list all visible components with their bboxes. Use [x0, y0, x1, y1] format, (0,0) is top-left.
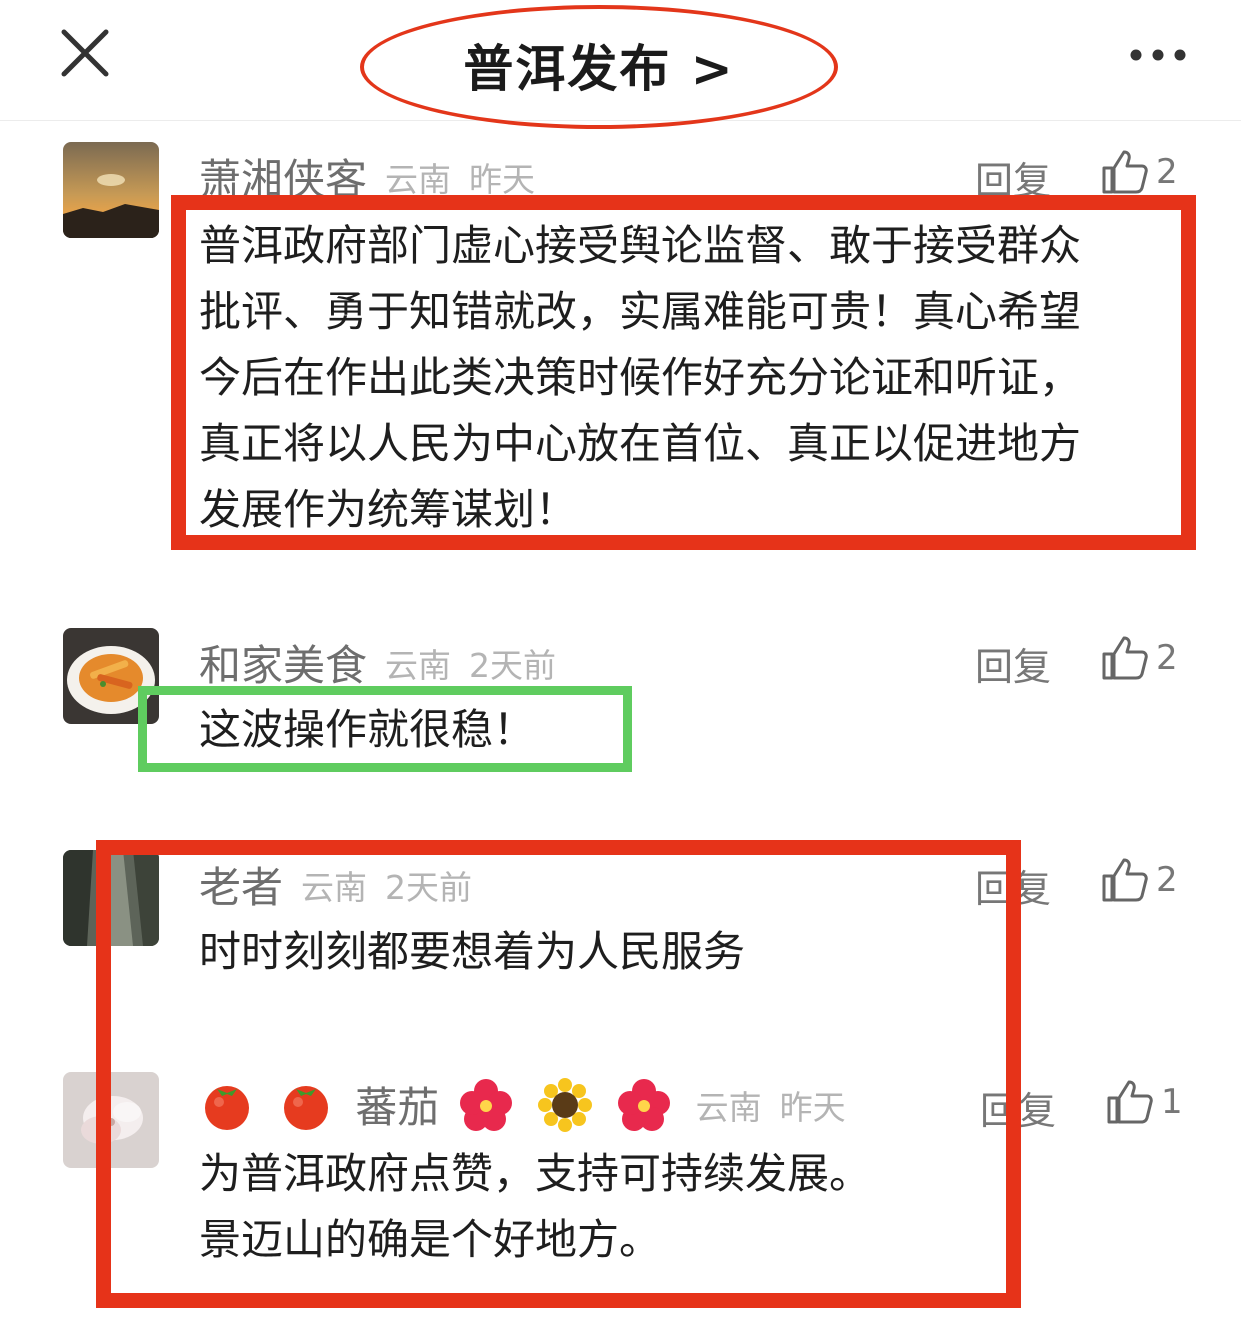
comment-time: 2天前 [385, 867, 473, 907]
comment-meta: 萧湘侠客 云南 昨天 [199, 146, 536, 204]
comment-time: 2天前 [469, 645, 557, 685]
comment-time: 昨天 [779, 1087, 846, 1127]
avatar[interactable] [63, 1072, 159, 1168]
tomato-icon [278, 1077, 334, 1133]
like-count: 2 [1156, 638, 1178, 678]
comment-meta: 和家美食 云南 2天前 [199, 632, 557, 690]
thumbs-up-icon [1102, 858, 1148, 902]
like-button[interactable]: 1 [1105, 1078, 1183, 1128]
like-count: 2 [1156, 860, 1178, 900]
like-button[interactable]: 2 [1100, 856, 1178, 906]
comment-meta: 蕃茄 云南 昨天 [199, 1074, 846, 1134]
comment-location: 云南 [385, 159, 452, 199]
like-button[interactable]: 2 [1100, 634, 1178, 684]
username[interactable]: 老者 [199, 863, 283, 912]
comment-location: 云南 [385, 645, 452, 685]
reply-button[interactable]: 回复 [975, 636, 1051, 691]
reply-button[interactable]: 回复 [975, 858, 1051, 913]
top-nav-bar: 普洱发布 > [0, 0, 1241, 129]
avatar[interactable] [63, 850, 159, 946]
thumbs-up-icon [1107, 1080, 1153, 1124]
username[interactable]: 萧湘侠客 [199, 155, 367, 204]
thumbs-up-icon [1102, 150, 1148, 194]
comment-text: 这波操作就很稳！ [199, 705, 536, 754]
reply-button[interactable]: 回复 [975, 150, 1051, 205]
comment-time: 昨天 [469, 159, 536, 199]
more-button[interactable] [1128, 40, 1188, 70]
comment-text: 普洱政府部门虚心接受舆论监督、敢于接受群众 批评、勇于知错就改，实属难能可贵！真… [199, 221, 1082, 534]
comment-location: 云南 [695, 1087, 762, 1127]
username[interactable]: 和家美食 [199, 641, 367, 690]
avatar[interactable] [63, 142, 159, 238]
comment-text: 为普洱政府点赞，支持可持续发展。 景迈山的确是个好地方。 [199, 1149, 872, 1264]
comment-meta: 老者 云南 2天前 [199, 854, 473, 912]
close-icon [61, 29, 109, 77]
close-button[interactable] [58, 26, 112, 80]
thumbs-up-icon [1102, 636, 1148, 680]
reply-button[interactable]: 回复 [980, 1080, 1056, 1135]
page-title: 普洱发布 > [463, 40, 735, 98]
like-count: 2 [1156, 152, 1178, 192]
hibiscus-icon [458, 1077, 514, 1133]
sunflower-icon [537, 1077, 593, 1133]
like-count: 1 [1161, 1082, 1183, 1122]
avatar[interactable] [63, 628, 159, 724]
like-button[interactable]: 2 [1100, 148, 1178, 198]
comment-location: 云南 [301, 867, 368, 907]
more-horizontal-icon [1130, 49, 1186, 61]
hibiscus-icon [616, 1077, 672, 1133]
username[interactable]: 蕃茄 [355, 1083, 439, 1132]
comment-text: 时时刻刻都要想着为人民服务 [199, 927, 746, 976]
account-title-link[interactable]: 普洱发布 > [360, 5, 838, 129]
tomato-icon [199, 1077, 255, 1133]
